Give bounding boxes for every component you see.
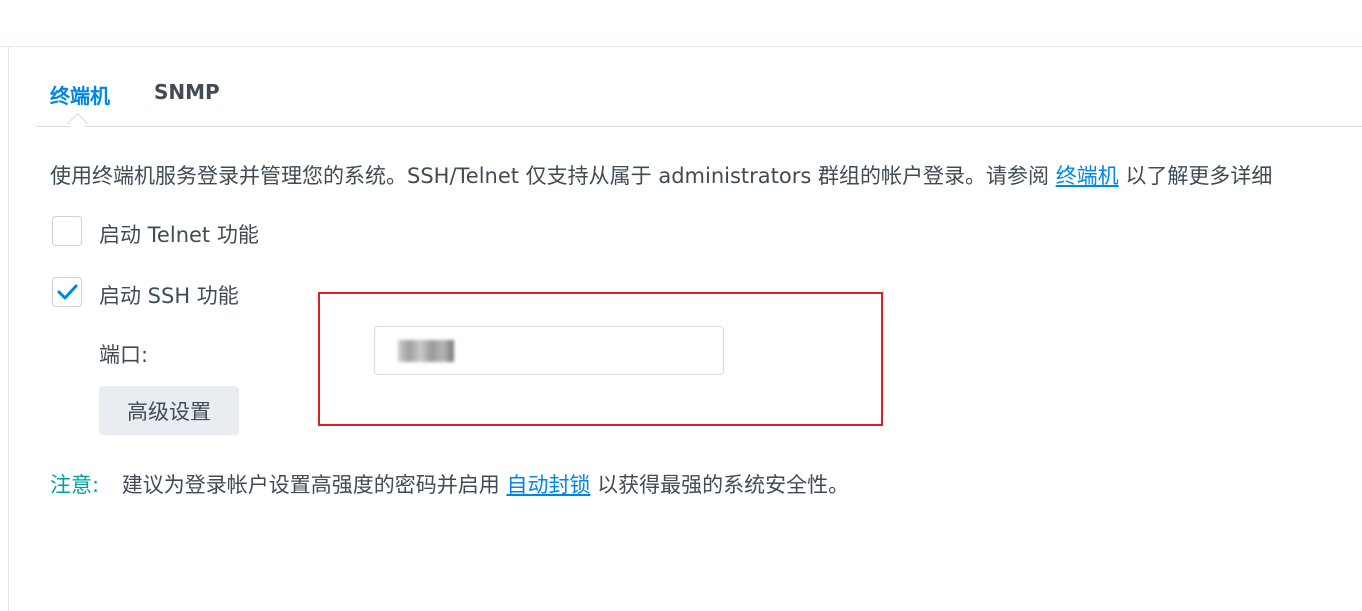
checkmark-icon xyxy=(57,284,78,300)
advanced-settings-button[interactable]: 高级设置 xyxy=(99,386,239,435)
terminal-help-link[interactable]: 终端机 xyxy=(1056,164,1119,188)
auto-block-link[interactable]: 自动封锁 xyxy=(506,473,590,497)
note-text: 建议为登录帐户设置高强度的密码并启用 xyxy=(121,473,500,497)
telnet-label: 启动 Telnet 功能 xyxy=(99,223,259,247)
left-panel-edge xyxy=(0,47,9,611)
ssh-checkbox[interactable] xyxy=(52,277,82,307)
note-suffix: 以获得最强的系统安全性。 xyxy=(597,473,850,497)
top-bar xyxy=(0,0,1362,47)
active-tab-indicator xyxy=(66,112,89,135)
security-note: 注意: 建议为登录帐户设置高强度的密码并启用 自动封锁 以获得最强的系统安全性。 xyxy=(50,469,849,499)
terminal-description: 使用终端机服务登录并管理您的系统。SSH/Telnet 仅支持从属于 admin… xyxy=(50,160,1272,190)
telnet-checkbox[interactable] xyxy=(52,216,82,246)
description-suffix: 以了解更多详细 xyxy=(1125,164,1273,188)
ssh-label: 启动 SSH 功能 xyxy=(99,284,239,308)
port-label: 端口: xyxy=(99,343,149,367)
note-label: 注意: xyxy=(50,473,100,497)
tab-snmp[interactable]: SNMP xyxy=(154,80,220,104)
redacted-port-value xyxy=(398,340,454,362)
tab-bar: 终端机 SNMP xyxy=(36,47,1362,135)
description-text: 使用终端机服务登录并管理您的系统。SSH/Telnet 仅支持从属于 admin… xyxy=(50,164,1049,188)
tab-terminal[interactable]: 终端机 xyxy=(50,80,110,109)
